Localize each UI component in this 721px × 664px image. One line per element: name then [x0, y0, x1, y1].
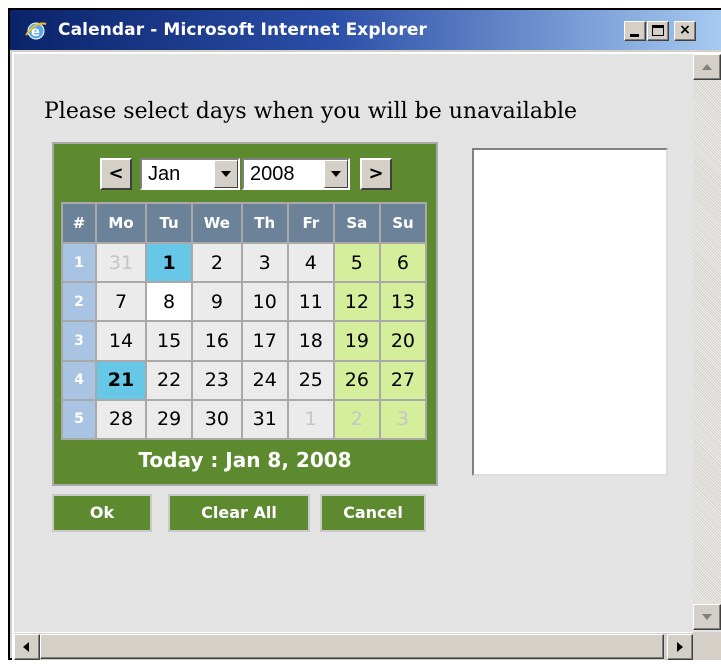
day-cell[interactable]: 4 [286, 241, 335, 284]
day-cell-weekend[interactable]: 20 [378, 320, 428, 362]
month-select-value: Jan [148, 163, 181, 185]
vertical-scrollbar[interactable] [693, 54, 721, 630]
day-cell-weekend[interactable]: 12 [332, 281, 381, 323]
calendar-widget: < Jan 2008 > # Mo Tu We Th Fr Sa Su 1 31… [52, 142, 438, 486]
clear-all-button[interactable]: Clear All [168, 494, 310, 532]
week-number-header: # [61, 202, 97, 244]
day-cell[interactable]: 1 [286, 398, 335, 441]
day-cell[interactable]: 16 [191, 320, 243, 362]
day-cell-weekend[interactable]: 2 [332, 398, 381, 441]
day-cell[interactable]: 7 [94, 281, 148, 323]
scroll-up-button[interactable] [693, 54, 721, 80]
day-cell-weekend[interactable]: 5 [332, 241, 381, 284]
horizontal-scrollbar[interactable] [14, 632, 695, 660]
next-month-button[interactable]: > [360, 158, 392, 190]
page-content: Please select days when you will be unav… [12, 52, 721, 660]
day-cell[interactable]: 25 [286, 359, 335, 401]
previous-month-button[interactable]: < [100, 158, 132, 190]
day-cell[interactable]: 28 [94, 398, 148, 441]
today-label[interactable]: Today : Jan 8, 2008 [54, 448, 436, 472]
year-select-value: 2008 [250, 163, 295, 185]
week-row: 4 21 22 23 24 25 26 27 [61, 359, 428, 401]
day-cell[interactable]: 29 [145, 398, 194, 441]
instruction-text: Please select days when you will be unav… [44, 99, 578, 124]
weekday-header: Mo [94, 202, 148, 244]
day-cell-selected[interactable]: 1 [145, 241, 194, 284]
maximize-icon [652, 25, 664, 36]
day-cell-weekend[interactable]: 6 [378, 241, 428, 284]
day-cell-weekend[interactable]: 19 [332, 320, 381, 362]
ok-button[interactable]: Ok [52, 494, 152, 532]
cancel-button[interactable]: Cancel [320, 494, 426, 532]
weekday-header: Su [378, 202, 428, 244]
minimize-icon [630, 34, 639, 37]
day-cell[interactable]: 2 [191, 241, 243, 284]
title-bar[interactable]: e Calendar - Microsoft Internet Explorer… [10, 10, 721, 50]
chevron-down-icon[interactable] [324, 160, 348, 188]
day-cell[interactable]: 30 [191, 398, 243, 441]
week-row: 3 14 15 16 17 18 19 20 [61, 320, 428, 362]
day-cell[interactable]: 10 [240, 281, 289, 323]
day-cell-weekend[interactable]: 27 [378, 359, 428, 401]
year-select[interactable]: 2008 [242, 158, 350, 190]
day-cell[interactable]: 9 [191, 281, 243, 323]
week-row: 5 28 29 30 31 1 2 3 [61, 398, 428, 441]
window-title: Calendar - Microsoft Internet Explorer [58, 20, 427, 40]
internet-explorer-icon: e [25, 22, 47, 40]
chevron-down-icon[interactable] [214, 160, 238, 188]
day-cell-today[interactable]: 8 [145, 281, 194, 323]
day-cell[interactable]: 17 [240, 320, 289, 362]
day-cell[interactable]: 15 [145, 320, 194, 362]
weekday-header: Fr [286, 202, 335, 244]
day-cell[interactable]: 14 [94, 320, 148, 362]
day-cell[interactable]: 31 [240, 398, 289, 441]
calendar-grid: # Mo Tu We Th Fr Sa Su 1 31 1 2 3 4 5 6 … [61, 202, 428, 441]
day-cell-weekend[interactable]: 26 [332, 359, 381, 401]
day-cell-weekend[interactable]: 13 [378, 281, 428, 323]
arrow-left-icon [23, 642, 29, 652]
weekday-header: Sa [332, 202, 381, 244]
minimize-button[interactable] [624, 21, 646, 41]
scrollbar-corner [693, 632, 721, 660]
week-row: 1 31 1 2 3 4 5 6 [61, 241, 428, 284]
arrow-right-icon [677, 642, 683, 652]
week-number: 5 [61, 398, 97, 441]
week-row: 2 7 8 9 10 11 12 13 [61, 281, 428, 323]
weekday-header: Tu [145, 202, 194, 244]
day-cell[interactable]: 23 [191, 359, 243, 401]
day-cell[interactable]: 24 [240, 359, 289, 401]
scroll-down-button[interactable] [693, 604, 721, 630]
browser-window: e Calendar - Microsoft Internet Explorer… [8, 8, 721, 660]
week-number: 1 [61, 241, 97, 284]
week-number: 2 [61, 281, 97, 323]
day-cell[interactable]: 11 [286, 281, 335, 323]
horizontal-scroll-thumb[interactable] [40, 634, 664, 659]
scroll-left-button[interactable] [14, 634, 40, 660]
week-number: 4 [61, 359, 97, 401]
day-cell-selected[interactable]: 21 [94, 359, 148, 401]
weekday-header-row: # Mo Tu We Th Fr Sa Su [61, 202, 428, 244]
week-number: 3 [61, 320, 97, 362]
selected-days-list[interactable] [472, 148, 668, 476]
close-button[interactable]: × [674, 21, 696, 41]
weekday-header: We [191, 202, 243, 244]
arrow-down-icon [702, 614, 712, 620]
day-cell[interactable]: 18 [286, 320, 335, 362]
maximize-button[interactable] [647, 21, 669, 41]
day-cell-weekend[interactable]: 3 [378, 398, 428, 441]
day-cell[interactable]: 22 [145, 359, 194, 401]
scroll-right-button[interactable] [667, 634, 693, 660]
close-icon: × [679, 22, 691, 38]
day-cell[interactable]: 3 [240, 241, 289, 284]
day-cell[interactable]: 31 [94, 241, 148, 284]
weekday-header: Th [240, 202, 289, 244]
arrow-up-icon [702, 64, 712, 70]
month-select[interactable]: Jan [140, 158, 240, 190]
